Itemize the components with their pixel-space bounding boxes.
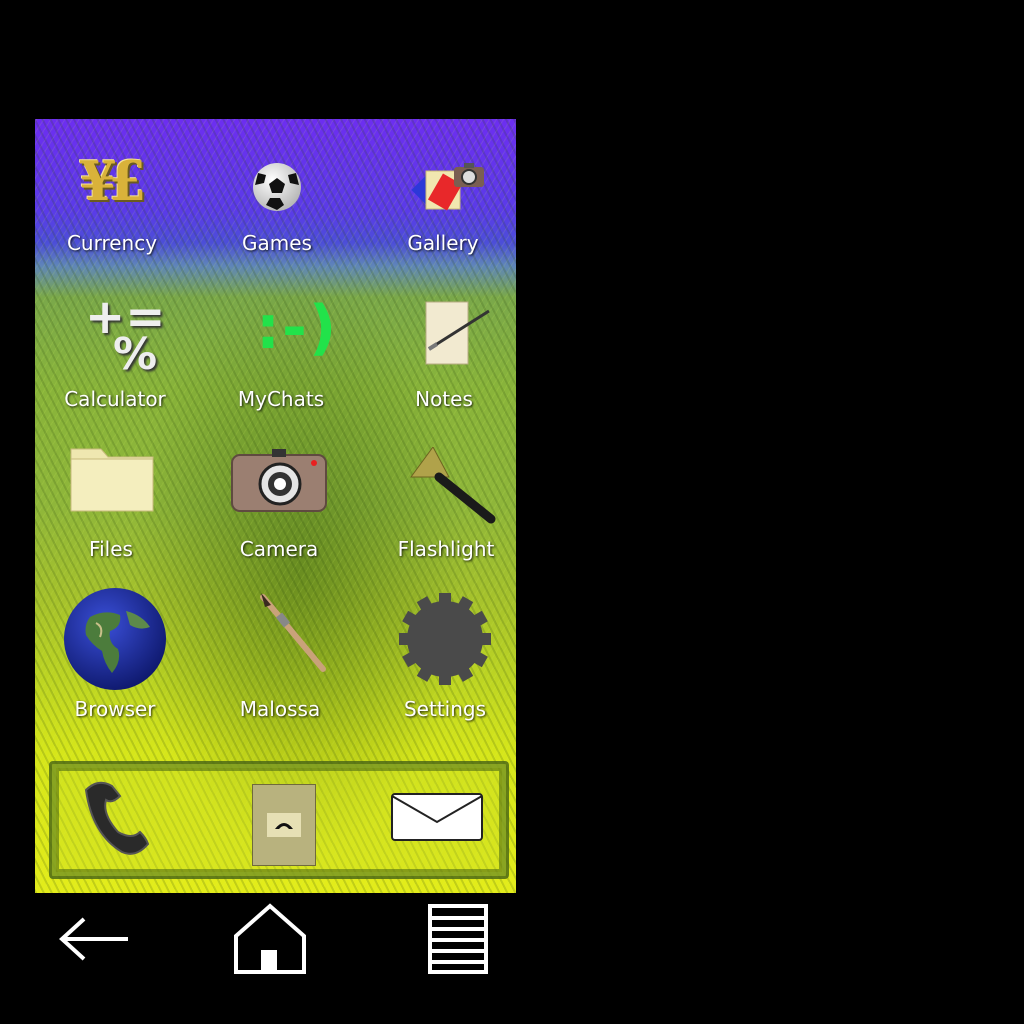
app-label-camera: Camera: [239, 537, 319, 561]
app-label-browser: Browser: [74, 697, 156, 721]
calculator-percent-glyph: %: [113, 329, 158, 380]
app-files[interactable]: Files: [36, 447, 186, 561]
app-label-currency: Currency: [66, 231, 158, 255]
app-label-mychats: MyChats: [237, 387, 325, 411]
notepad-icon: [389, 299, 499, 385]
home-screen: ¥£ Currency Games Gallery += % Calculato…: [35, 119, 516, 893]
globe-icon: [60, 587, 170, 695]
smiley-chat-icon: :-): [226, 293, 336, 385]
menu-lines-icon: [428, 904, 488, 974]
app-label-calculator: Calculator: [64, 387, 166, 411]
app-label-malossa: Malossa: [239, 697, 321, 721]
app-browser[interactable]: Browser: [40, 587, 190, 721]
app-label-games: Games: [242, 231, 312, 255]
mychats-smiley-glyph: :-): [256, 293, 339, 363]
app-flashlight[interactable]: Flashlight: [371, 446, 516, 561]
app-malossa[interactable]: Malossa: [205, 587, 355, 721]
app-label-gallery: Gallery: [407, 231, 479, 255]
app-currency[interactable]: ¥£ Currency: [37, 149, 187, 255]
calculator-icon: += %: [60, 289, 170, 385]
app-label-flashlight: Flashlight: [397, 537, 495, 561]
dock: [49, 761, 509, 879]
home-button[interactable]: [225, 899, 315, 979]
app-label-notes: Notes: [415, 387, 473, 411]
currency-glyph: ¥£: [79, 149, 146, 213]
gallery-icon: [388, 149, 498, 229]
app-label-files: Files: [89, 537, 133, 561]
dock-messages-button[interactable]: [390, 792, 484, 842]
camera-icon: [224, 447, 334, 535]
navigation-bar: [35, 893, 516, 1024]
back-arrow-icon: [59, 917, 128, 961]
address-book-icon: [267, 813, 301, 837]
currency-icon: ¥£: [57, 149, 167, 229]
menu-button[interactable]: [413, 899, 503, 979]
dock-contacts-button[interactable]: [252, 784, 316, 866]
paintbrush-icon: [225, 587, 335, 695]
app-label-settings: Settings: [403, 697, 487, 721]
app-mychats[interactable]: :-) MyChats: [206, 293, 356, 411]
gear-icon: [390, 587, 500, 695]
app-camera[interactable]: Camera: [204, 447, 354, 561]
app-notes[interactable]: Notes: [369, 299, 516, 411]
app-games[interactable]: Games: [202, 149, 352, 255]
phone-handset-icon: [84, 781, 150, 855]
app-settings[interactable]: Settings: [370, 587, 516, 721]
back-button[interactable]: [47, 899, 137, 979]
flashlight-icon: [391, 446, 501, 535]
dock-phone-button[interactable]: [78, 774, 168, 864]
folder-icon: [56, 447, 166, 535]
soccer-ball-icon: [222, 149, 332, 229]
envelope-icon: [391, 793, 483, 841]
home-icon: [234, 903, 306, 974]
app-calculator[interactable]: += % Calculator: [40, 289, 190, 411]
app-gallery[interactable]: Gallery: [368, 149, 516, 255]
